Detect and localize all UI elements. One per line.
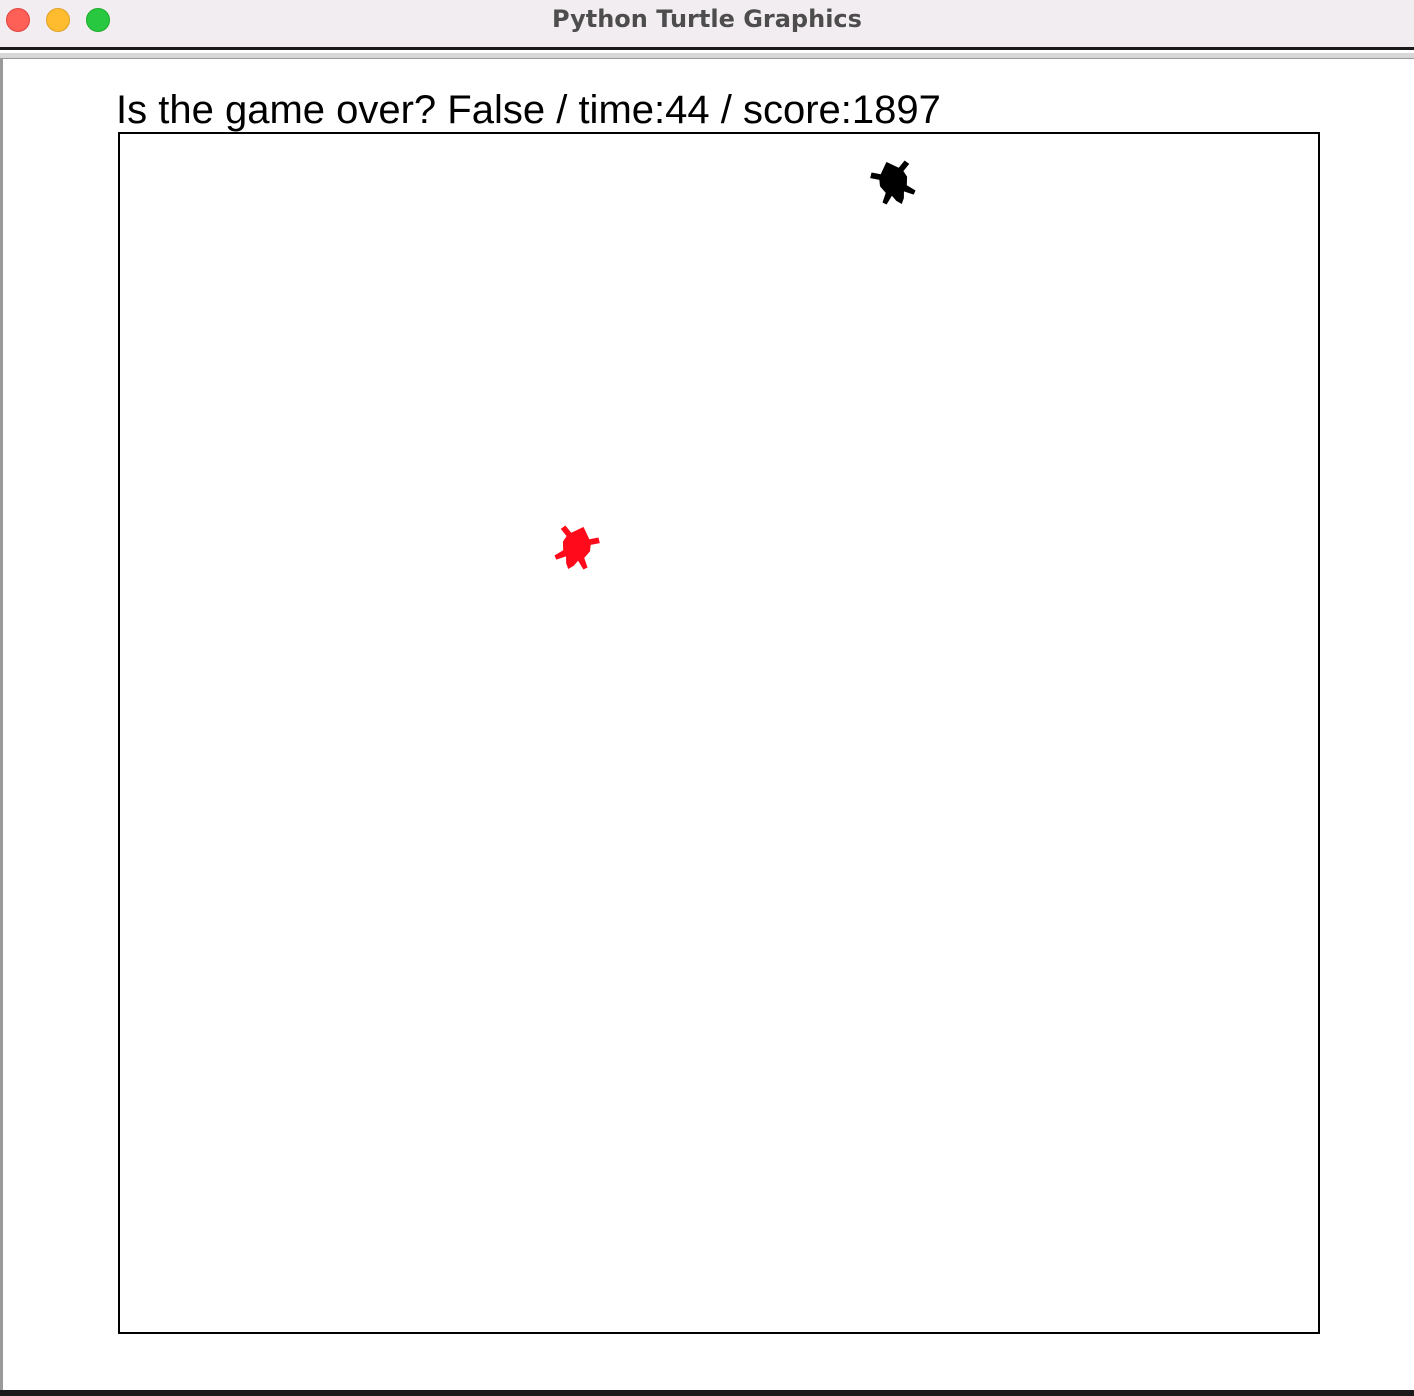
window-title: Python Turtle Graphics [552,5,862,33]
turtle-graphics-window: Python Turtle Graphics Is the game over?… [0,0,1414,1396]
player-turtle-icon [870,160,916,205]
window-left-border [0,59,3,1392]
title-separator [0,53,1414,59]
window-bottom-border [0,1390,1414,1396]
game-arena[interactable] [118,132,1320,1334]
title-bar: Python Turtle Graphics [0,0,1414,50]
target-turtle-icon [554,525,600,570]
game-status-text: Is the game over? False / time:44 / scor… [116,88,941,132]
